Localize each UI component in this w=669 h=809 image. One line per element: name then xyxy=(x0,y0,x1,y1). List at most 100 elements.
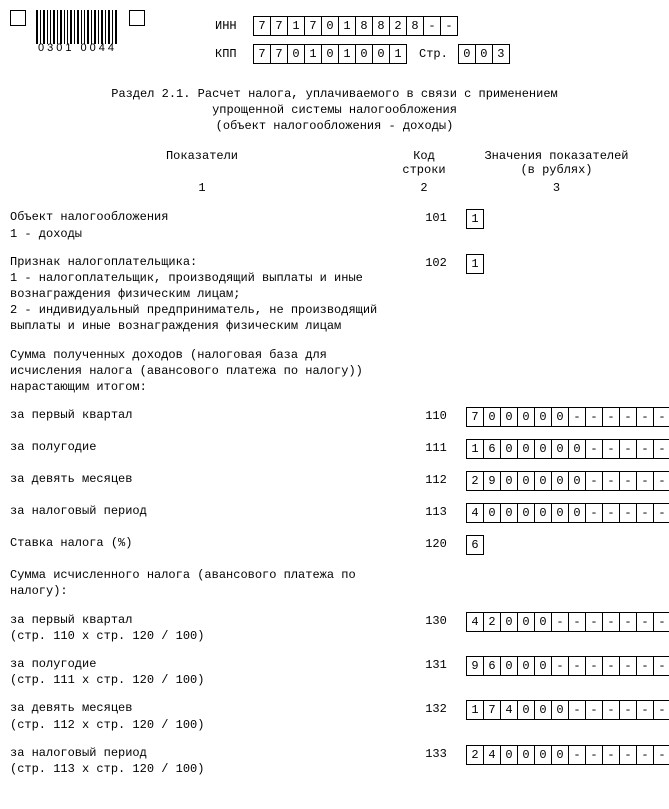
form-cell: 0 xyxy=(517,700,535,720)
column-headers: Показатели Код строки Значения показател… xyxy=(10,149,659,178)
row-description: Признак налогоплательщика:1 - налогоплат… xyxy=(10,254,406,335)
row-code: 130 xyxy=(406,612,466,628)
form-cell: - xyxy=(653,407,669,427)
form-cell: 0 xyxy=(355,44,373,64)
row-code: 120 xyxy=(406,535,466,551)
form-cell: - xyxy=(602,439,620,459)
section-title-line1: Раздел 2.1. Расчет налога, уплачиваемого… xyxy=(10,86,659,102)
table-row: Ставка налога (%)1206 xyxy=(10,535,659,555)
row-code: 131 xyxy=(406,656,466,672)
table-row: за полугодие1111600000----- xyxy=(10,439,659,459)
form-cell: 1 xyxy=(338,44,356,64)
form-cell: 6 xyxy=(483,656,501,676)
row-description: за первый квартал xyxy=(10,407,406,423)
form-cell: 0 xyxy=(500,745,518,765)
form-cell: 2 xyxy=(466,471,484,491)
form-cell: 0 xyxy=(551,700,569,720)
form-cell: 0 xyxy=(321,16,339,36)
form-cell: 0 xyxy=(517,503,535,523)
form-cell: 9 xyxy=(466,656,484,676)
row-code: 110 xyxy=(406,407,466,423)
section-title-line3: (объект налогообложения - доходы) xyxy=(10,118,659,134)
form-cell: - xyxy=(636,745,654,765)
column-numbers: 1 2 3 xyxy=(10,181,659,195)
form-cell: 2 xyxy=(389,16,407,36)
form-cell: - xyxy=(636,471,654,491)
form-cell: 0 xyxy=(517,745,535,765)
form-cell: 0 xyxy=(458,44,476,64)
form-cell: 0 xyxy=(534,656,552,676)
form-cell: 9 xyxy=(483,471,501,491)
form-cell: 0 xyxy=(534,612,552,632)
form-cell: 0 xyxy=(568,503,586,523)
note-text: Сумма полученных доходов (налоговая база… xyxy=(10,347,406,396)
form-cell: - xyxy=(619,471,637,491)
row-value-cells: 240000------ xyxy=(466,745,669,765)
form-cell: 0 xyxy=(517,612,535,632)
form-cell: 7 xyxy=(483,700,501,720)
form-cell: 0 xyxy=(500,612,518,632)
row-description: за первый квартал(стр. 110 х стр. 120 / … xyxy=(10,612,406,644)
form-cell: 0 xyxy=(483,407,501,427)
section-title: Раздел 2.1. Расчет налога, уплачиваемого… xyxy=(10,86,659,135)
form-cell: - xyxy=(568,656,586,676)
form-cell: 0 xyxy=(517,439,535,459)
col-header-values: Значения показателей (в рублях) xyxy=(454,149,659,178)
form-cell: 8 xyxy=(355,16,373,36)
form-cell: 1 xyxy=(466,700,484,720)
form-cell: - xyxy=(585,439,603,459)
form-cell: 0 xyxy=(500,656,518,676)
form-cell: - xyxy=(585,656,603,676)
form-cell: 0 xyxy=(517,407,535,427)
form-cell: 0 xyxy=(321,44,339,64)
kpp-label: КПП xyxy=(215,47,253,61)
form-cell: 0 xyxy=(534,407,552,427)
form-cell: 0 xyxy=(551,503,569,523)
form-cell: - xyxy=(440,16,458,36)
table-row: за первый квартал(стр. 110 х стр. 120 / … xyxy=(10,612,659,644)
table-row: Признак налогоплательщика:1 - налогоплат… xyxy=(10,254,659,335)
form-cell: 7 xyxy=(253,16,271,36)
form-cell: - xyxy=(636,700,654,720)
form-cell: 0 xyxy=(534,439,552,459)
note-text: Сумма исчисленного налога (авансового пл… xyxy=(10,567,406,599)
row-description: Ставка налога (%) xyxy=(10,535,406,551)
form-cell: 0 xyxy=(500,471,518,491)
form-cell: - xyxy=(619,407,637,427)
col-num-2: 2 xyxy=(394,181,454,195)
form-cell: - xyxy=(619,439,637,459)
kpp-cells: 770101001 xyxy=(253,44,407,64)
table-row: за полугодие(стр. 111 х стр. 120 / 100)1… xyxy=(10,656,659,688)
form-cell: - xyxy=(568,745,586,765)
rows-container: Объект налогообложения1 - доходы1011 Приз… xyxy=(10,209,659,777)
form-cell: - xyxy=(423,16,441,36)
table-row: за девять месяцев(стр. 112 х стр. 120 / … xyxy=(10,700,659,732)
page-label: Стр. xyxy=(419,47,448,61)
row-code: 111 xyxy=(406,439,466,455)
form-cell: 0 xyxy=(551,471,569,491)
identifier-lines: ИНН 7717018828-- КПП 770101001 Стр. 003 xyxy=(215,16,510,72)
section-title-line2: упрощенной системы налогообложения xyxy=(10,102,659,118)
form-cell: - xyxy=(551,656,569,676)
form-cell: - xyxy=(602,745,620,765)
form-cell: 1 xyxy=(466,209,484,229)
row-description: за налоговый период xyxy=(10,503,406,519)
form-cell: - xyxy=(636,503,654,523)
form-cell: 0 xyxy=(517,471,535,491)
form-cell: - xyxy=(602,700,620,720)
form-cell: 1 xyxy=(287,16,305,36)
form-cell: - xyxy=(585,745,603,765)
table-row: за налоговый период(стр. 113 х стр. 120 … xyxy=(10,745,659,777)
form-cell: - xyxy=(653,503,669,523)
table-row: Объект налогообложения1 - доходы1011 xyxy=(10,209,659,241)
form-cell: - xyxy=(619,656,637,676)
form-cell: - xyxy=(653,439,669,459)
form-cell: - xyxy=(602,407,620,427)
form-cell: 1 xyxy=(304,44,322,64)
row-description: за полугодие xyxy=(10,439,406,455)
form-cell: - xyxy=(551,612,569,632)
form-cell: - xyxy=(602,471,620,491)
form-cell: 4 xyxy=(500,700,518,720)
form-cell: - xyxy=(619,503,637,523)
form-cell: - xyxy=(568,700,586,720)
